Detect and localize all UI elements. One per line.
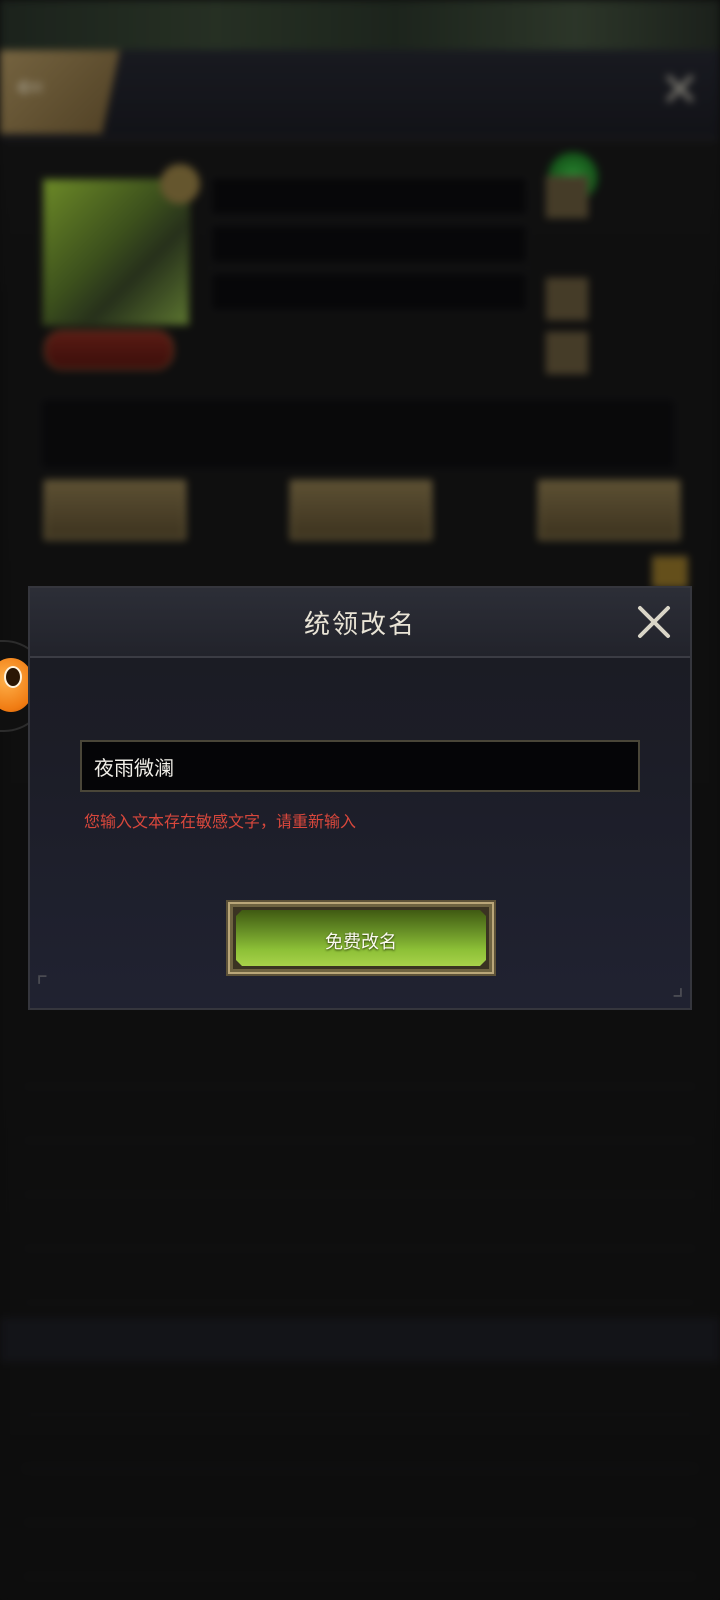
corner-ornament-icon: ⌟ <box>671 972 684 1002</box>
screen: ⇐ ✕ 统领改名 夜雨微澜 您输入文本存在敏感文字，请重新输入 免费改名 ⌜ ⌟ <box>0 0 720 1600</box>
mascot-eye-icon <box>4 666 22 688</box>
rename-dialog: 统领改名 您输入文本存在敏感文字，请重新输入 免费改名 ⌜ ⌟ <box>28 586 692 1010</box>
dialog-title: 统领改名 <box>303 610 416 640</box>
name-input[interactable] <box>80 740 640 792</box>
close-icon <box>638 606 670 638</box>
error-message: 您输入文本存在敏感文字，请重新输入 <box>84 812 357 831</box>
free-rename-button-label: 免费改名 <box>325 932 397 953</box>
corner-ornament-icon: ⌜ <box>36 972 49 1002</box>
free-rename-button[interactable]: 免费改名 <box>228 902 494 974</box>
dialog-header: 统领改名 <box>30 588 690 658</box>
close-button[interactable] <box>632 600 676 644</box>
